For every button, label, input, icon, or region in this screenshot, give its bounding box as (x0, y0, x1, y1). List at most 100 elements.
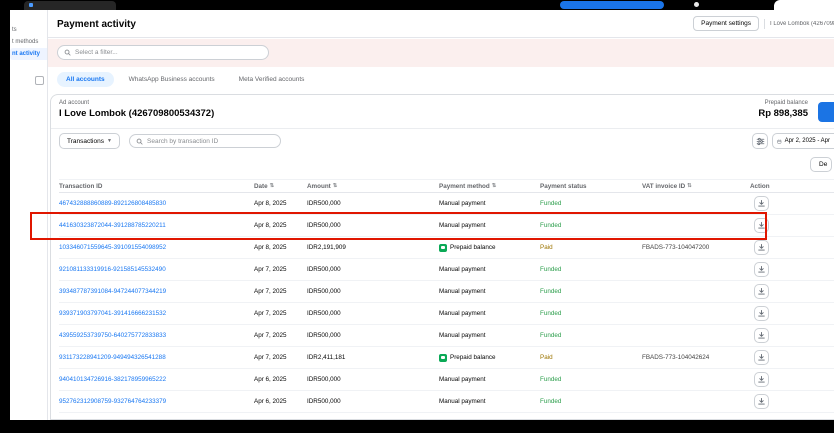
download-invoice-button[interactable] (754, 284, 769, 299)
transaction-id-link[interactable]: 103346071559645-391091554098952 (59, 244, 254, 251)
main-content: Payment activity Payment settings I Love… (48, 10, 834, 420)
tab-whatsapp-business-accounts[interactable]: WhatsApp Business accounts (120, 72, 224, 87)
transaction-id-link[interactable]: 441630323872044-391288785220211 (59, 222, 254, 229)
action-cell (750, 284, 834, 299)
prepaid-balance-icon (439, 354, 447, 362)
prepaid-balance-icon (439, 244, 447, 252)
sidebar-item-payment-activity[interactable]: nt activity (10, 48, 47, 60)
table-row: 467432888860889-892126808485830Apr 8, 20… (59, 193, 834, 215)
sort-icon[interactable]: ⇅ (333, 183, 338, 189)
transaction-date: Apr 6, 2025 (254, 398, 307, 405)
transaction-search-input[interactable]: Search by transaction ID (129, 134, 281, 148)
column-label: Amount (307, 183, 331, 190)
sidebar: ts t methods nt activity (10, 10, 48, 420)
payment-settings-button[interactable]: Payment settings (693, 16, 759, 31)
column-payment-method[interactable]: Payment method⇅ (439, 183, 540, 190)
transaction-date: Apr 7, 2025 (254, 288, 307, 295)
transaction-id-link[interactable]: 939371903797041-391416666231532 (59, 310, 254, 317)
column-vat-invoice-id[interactable]: VAT invoice ID⇅ (642, 183, 750, 190)
sort-icon[interactable]: ⇅ (270, 183, 275, 189)
payment-method: Manual payment (439, 310, 540, 317)
transaction-id-link[interactable]: 921081133319916-921585145532490 (59, 266, 254, 273)
filter-search-placeholder: Select a filter... (75, 49, 118, 56)
payment-status: Funded (540, 288, 642, 295)
column-label: Date (254, 183, 268, 190)
transaction-id-link[interactable]: 940410134726916-382178959965222 (59, 376, 254, 383)
transaction-id-link[interactable]: 467432888860889-892126808485830 (59, 200, 254, 207)
table-row: 441630323872044-391288785220211Apr 8, 20… (59, 215, 834, 237)
column-date[interactable]: Date⇅ (254, 183, 307, 190)
payment-method-label: Manual payment (439, 376, 486, 383)
search-icon (136, 138, 143, 145)
sort-icon[interactable]: ⇅ (492, 183, 497, 189)
header-right: Payment settings I Love Lombok (42670980… (693, 16, 834, 31)
column-action: Action (750, 183, 834, 190)
download-invoice-button[interactable] (754, 240, 769, 255)
transaction-date: Apr 7, 2025 (254, 266, 307, 273)
download-icon (757, 287, 766, 296)
payment-method: Manual payment (439, 266, 540, 273)
filter-search-input[interactable]: Select a filter... (57, 45, 269, 60)
download-invoice-button[interactable] (754, 262, 769, 277)
transaction-id-link[interactable]: 931173228941209-949494326541288 (59, 354, 254, 361)
download-invoice-button[interactable] (754, 196, 769, 211)
payment-status: Paid (540, 244, 642, 251)
vat-invoice-id: FBADS-773-104042624 (642, 354, 750, 361)
calendar-icon (777, 138, 782, 145)
transaction-date: Apr 8, 2025 (254, 222, 307, 229)
sort-icon[interactable]: ⇅ (687, 183, 692, 189)
address-bar-pill[interactable] (560, 1, 664, 9)
filter-settings-button[interactable] (752, 133, 768, 149)
table-controls: Transactions ▼ Search by transaction ID … (59, 133, 834, 151)
download-invoice-button[interactable] (754, 328, 769, 343)
ad-account-name: I Love Lombok (426709800534372) (59, 108, 214, 119)
transaction-amount: IDR2,191,909 (307, 244, 439, 251)
payment-status: Funded (540, 310, 642, 317)
table-row: 931173228941209-949494326541288Apr 7, 20… (59, 347, 834, 369)
account-switcher[interactable]: I Love Lombok (42670980053 (770, 21, 834, 27)
payment-status: Funded (540, 376, 642, 383)
table-row: 393487787391084-947244077344219Apr 7, 20… (59, 281, 834, 303)
sidebar-item-payment-methods[interactable]: t methods (10, 36, 47, 48)
payment-method-label: Manual payment (439, 288, 486, 295)
payment-method-label: Manual payment (439, 200, 486, 207)
transaction-amount: IDR500,000 (307, 200, 439, 207)
date-range-picker[interactable]: Apr 2, 2025 - Apr (772, 133, 834, 149)
transaction-amount: IDR500,000 (307, 266, 439, 273)
screen: ts t methods nt activity Payment activit… (0, 0, 834, 433)
transaction-id-link[interactable]: 393487787391084-947244077344219 (59, 288, 254, 295)
download-invoice-button[interactable] (754, 306, 769, 321)
download-icon (757, 353, 766, 362)
transactions-dropdown[interactable]: Transactions ▼ (59, 133, 120, 149)
download-invoice-button[interactable] (754, 394, 769, 409)
table-row: 921081133319916-921585145532490Apr 7, 20… (59, 259, 834, 281)
tab-favicon-icon (29, 3, 33, 7)
column-amount[interactable]: Amount⇅ (307, 183, 439, 190)
ad-account-label: Ad account (59, 100, 89, 106)
transaction-id-link[interactable]: 952762312908759-932764764233379 (59, 398, 254, 405)
prepaid-balance-value: Rp 898,385 (758, 108, 808, 119)
page-title: Payment activity (57, 19, 136, 30)
download-report-button[interactable]: De (810, 157, 832, 172)
table-row: 940410134726916-382178959965222Apr 6, 20… (59, 369, 834, 391)
tab-meta-verified-accounts[interactable]: Meta Verified accounts (230, 72, 314, 87)
download-invoice-button[interactable] (754, 350, 769, 365)
tab-all-accounts[interactable]: All accounts (57, 72, 114, 87)
sidebar-item-payments[interactable]: ts (10, 24, 47, 36)
action-cell (750, 262, 834, 277)
action-cell (750, 372, 834, 387)
download-invoice-button[interactable] (754, 218, 769, 233)
vat-invoice-id: FBADS-773-104047200 (642, 244, 750, 251)
table-header: Transaction IDDate⇅Amount⇅Payment method… (59, 179, 834, 193)
transaction-date: Apr 7, 2025 (254, 354, 307, 361)
transaction-amount: IDR500,000 (307, 310, 439, 317)
tune-icon (756, 137, 765, 146)
transaction-search-placeholder: Search by transaction ID (147, 138, 218, 145)
transaction-id-link[interactable]: 439559253739750-640275772833833 (59, 332, 254, 339)
top-up-button[interactable] (818, 102, 834, 122)
payment-method-label: Manual payment (439, 310, 486, 317)
search-icon (64, 49, 71, 56)
download-invoice-button[interactable] (754, 372, 769, 387)
browser-tab[interactable] (24, 1, 116, 10)
sidebar-collapse-icon[interactable] (35, 76, 44, 85)
